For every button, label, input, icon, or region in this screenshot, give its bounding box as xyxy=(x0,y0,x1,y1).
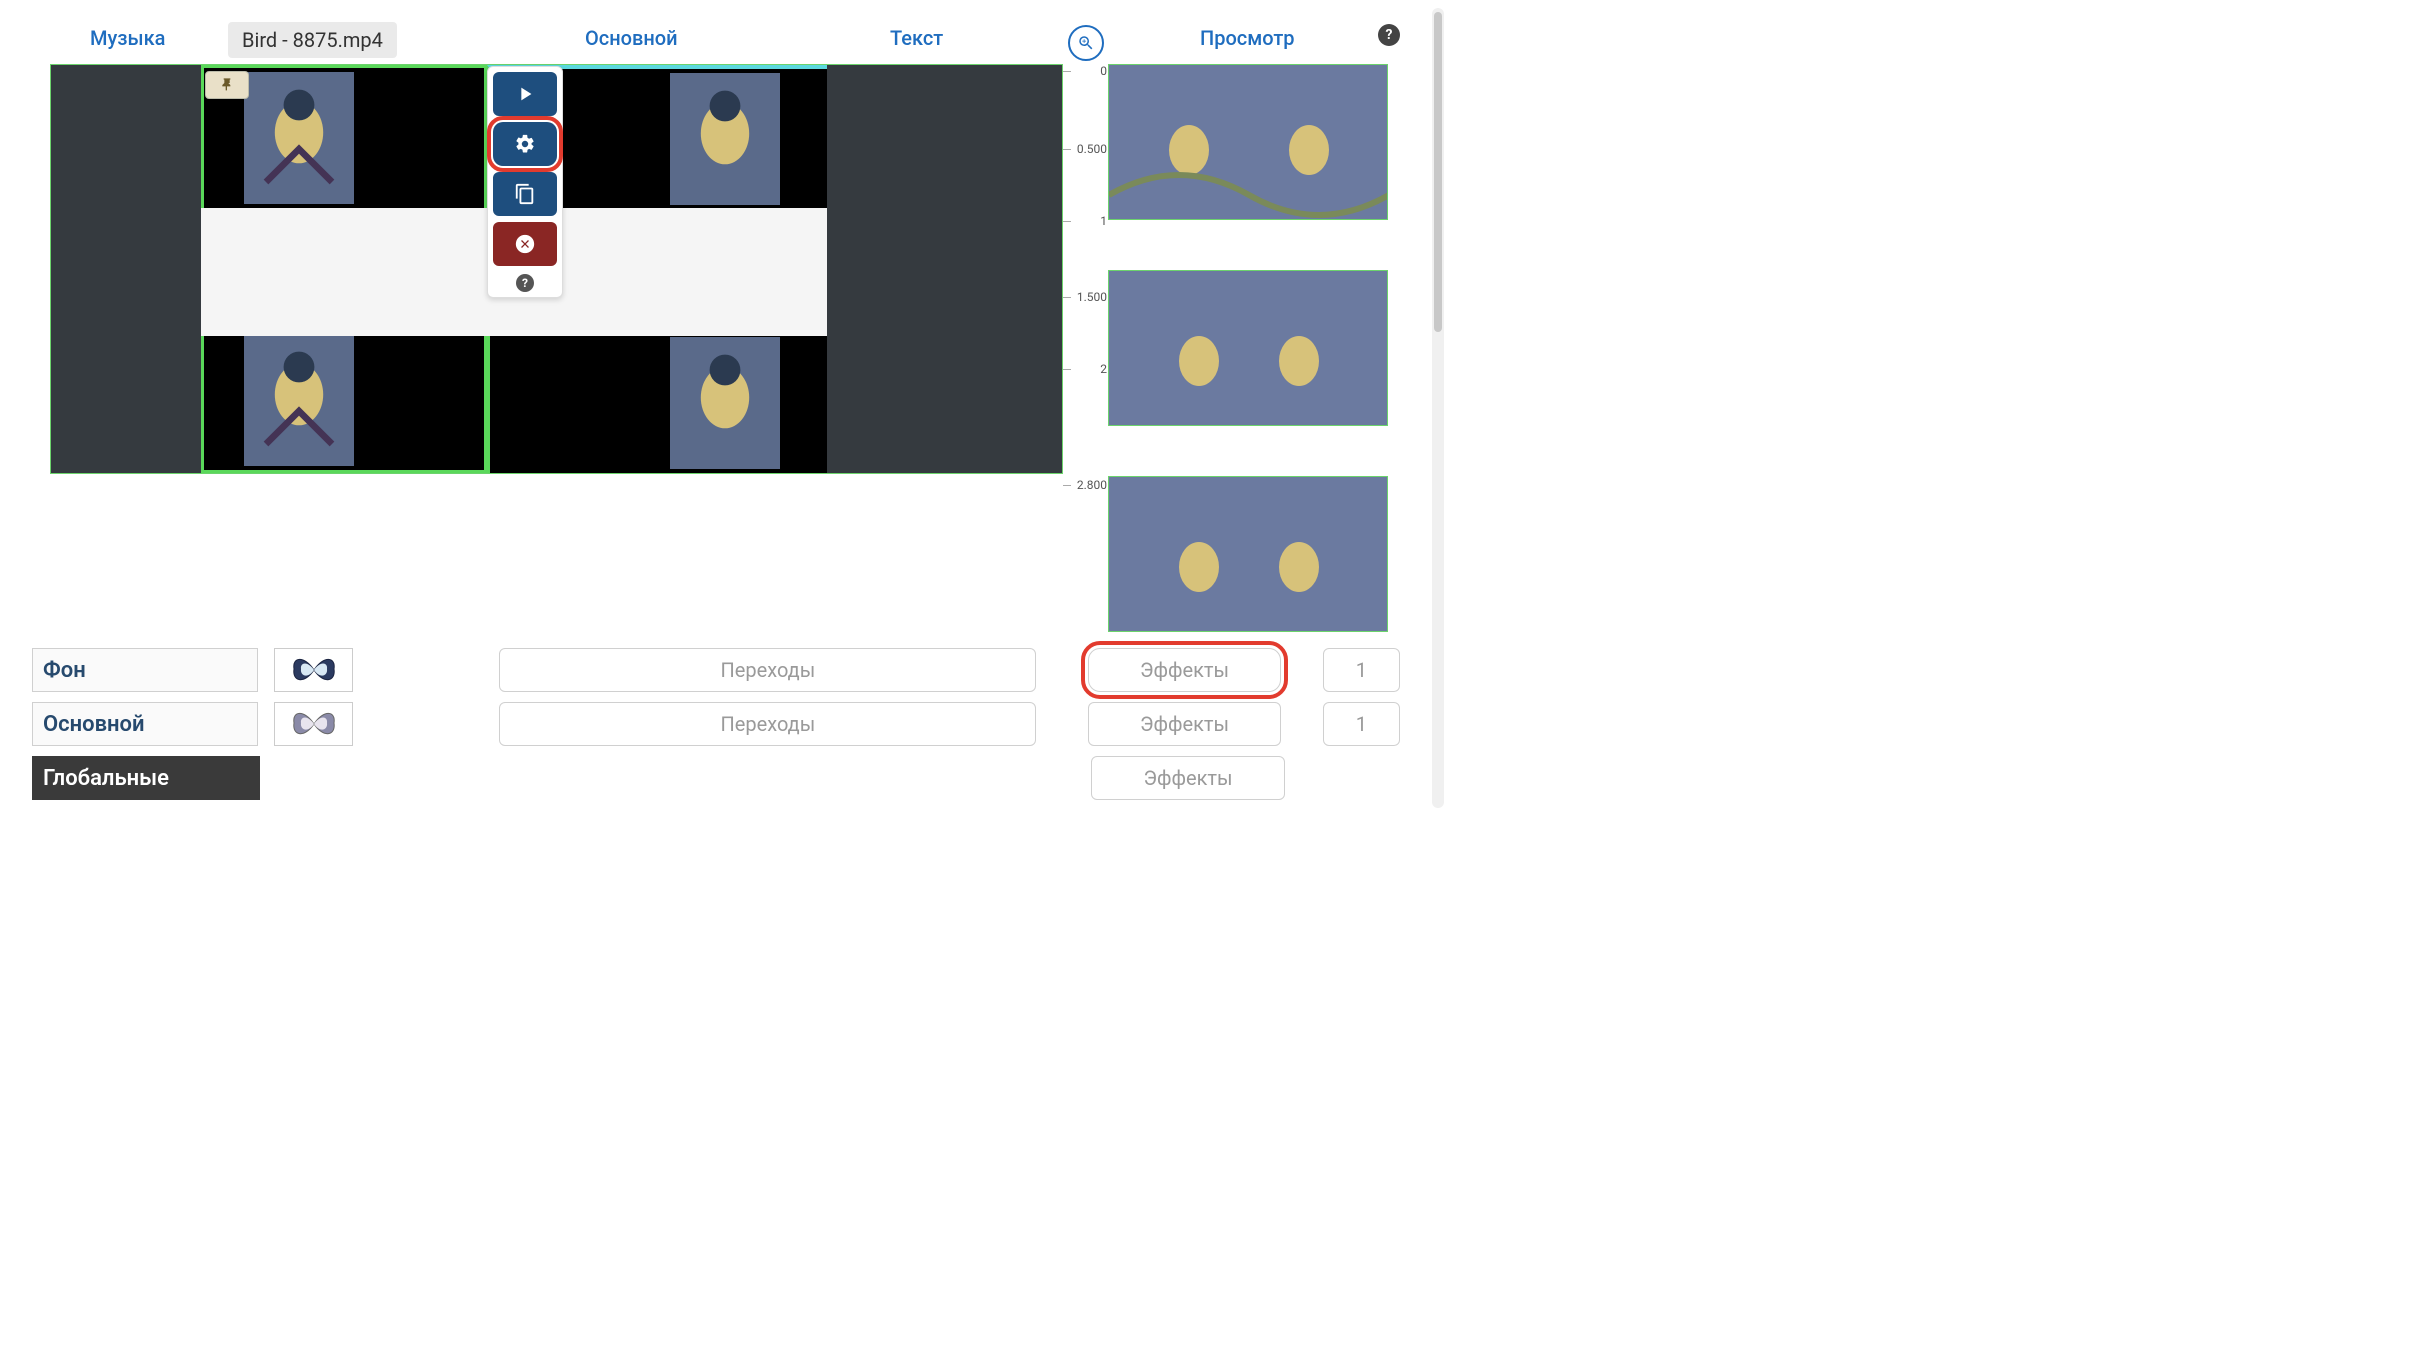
preview-image-icon xyxy=(1109,271,1387,425)
butterfly-icon xyxy=(290,707,338,741)
copy-button[interactable] xyxy=(493,172,557,216)
zoom-in-icon xyxy=(1077,34,1095,52)
transitions-button[interactable]: Переходы xyxy=(499,648,1036,692)
preview-frame[interactable] xyxy=(1108,270,1388,426)
layer-row-background: Фон Переходы Эффекты 1 xyxy=(32,648,1400,692)
preview-image-icon xyxy=(1109,65,1387,219)
effects-button[interactable]: Эффекты xyxy=(1088,648,1280,692)
pin-icon xyxy=(219,77,235,93)
copy-icon xyxy=(514,183,536,205)
ruler-tick: 1.500 xyxy=(1067,290,1107,304)
layer-label[interactable]: Фон xyxy=(32,648,258,692)
popup-help-button[interactable]: ? xyxy=(516,274,534,292)
transitions-button[interactable]: Переходы xyxy=(499,702,1036,746)
effects-count: 1 xyxy=(1323,648,1400,692)
layer-thumbnail[interactable] xyxy=(274,648,353,692)
preview-image-icon xyxy=(1109,477,1387,631)
settings-button[interactable] xyxy=(493,122,557,166)
layer-row-main: Основной Переходы Эффекты 1 xyxy=(32,702,1400,746)
clip-thumbnail-icon xyxy=(670,73,780,205)
clip-thumbnail-icon xyxy=(244,72,354,204)
preview-frame[interactable] xyxy=(1108,476,1388,632)
effects-button[interactable]: Эффекты xyxy=(1091,756,1285,800)
time-ruler: 0 0.500 1 1.500 2 2.800 xyxy=(1065,64,1107,474)
scrollbar-thumb[interactable] xyxy=(1434,12,1442,332)
ruler-tick: 2.800 xyxy=(1067,478,1107,492)
delete-button[interactable] xyxy=(493,222,557,266)
close-circle-icon xyxy=(514,233,536,255)
ruler-tick: 2 xyxy=(1067,362,1107,376)
tab-preview[interactable]: Просмотр xyxy=(1200,26,1295,62)
layer-thumbnail[interactable] xyxy=(274,702,353,746)
clip-thumbnail-icon xyxy=(244,334,354,466)
clip-filename-chip: Bird - 8875.mp4 xyxy=(228,22,397,58)
help-button[interactable]: ? xyxy=(1378,24,1400,46)
layer-row-global: Глобальные Эффекты xyxy=(32,756,1400,800)
preview-column xyxy=(1108,64,1390,632)
ruler-tick: 0 xyxy=(1067,64,1107,78)
play-icon xyxy=(514,83,536,105)
tab-text[interactable]: Текст xyxy=(890,26,943,62)
layers-panel: Фон Переходы Эффекты 1 Основной Переходы… xyxy=(32,648,1400,810)
effects-count: 1 xyxy=(1323,702,1400,746)
vertical-scrollbar[interactable] xyxy=(1432,8,1444,808)
layer-label[interactable]: Глобальные xyxy=(32,756,260,800)
layer-label[interactable]: Основной xyxy=(32,702,258,746)
play-button[interactable] xyxy=(493,72,557,116)
zoom-in-button[interactable] xyxy=(1068,25,1104,61)
pin-clip-button[interactable] xyxy=(205,71,249,99)
ruler-tick: 1 xyxy=(1067,214,1107,228)
butterfly-icon xyxy=(290,653,338,687)
tab-music[interactable]: Музыка xyxy=(90,26,165,62)
gear-icon xyxy=(514,133,536,155)
clip-tool-popup: ? xyxy=(487,66,563,298)
preview-frame[interactable] xyxy=(1108,64,1388,220)
tab-main[interactable]: Основной xyxy=(585,26,678,62)
ruler-tick: 0.500 xyxy=(1067,142,1107,156)
effects-button[interactable]: Эффекты xyxy=(1088,702,1280,746)
clip-thumbnail-icon xyxy=(670,337,780,469)
